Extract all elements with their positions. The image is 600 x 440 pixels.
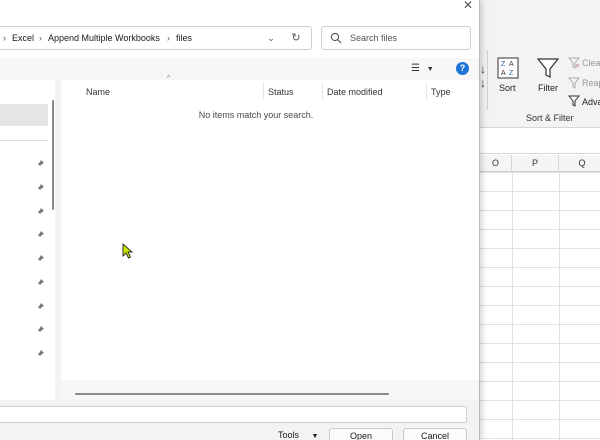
svg-text:A: A bbox=[501, 70, 506, 77]
excel-window: ↓↓ Z A A Z Sort Filter Clea Reap bbox=[480, 0, 600, 440]
horizontal-scrollbar[interactable] bbox=[75, 393, 389, 395]
sort-az-icon: Z A A Z bbox=[497, 57, 519, 79]
nav-scrollbar[interactable] bbox=[52, 100, 54, 210]
svg-text:Z: Z bbox=[509, 70, 514, 77]
svg-text:A: A bbox=[509, 61, 514, 68]
chevron-right-icon: › bbox=[39, 33, 42, 43]
pin-icon bbox=[36, 350, 44, 358]
filter-funnel-icon bbox=[536, 58, 560, 78]
sort-caret-icon: ^ bbox=[167, 75, 171, 82]
advanced-button[interactable]: Adva bbox=[582, 97, 600, 107]
clear-button[interactable]: Clea bbox=[582, 58, 600, 68]
pin-icon bbox=[36, 279, 44, 287]
sort-filter-group-label: Sort & Filter bbox=[526, 113, 574, 123]
sort-button[interactable]: Z A A Z bbox=[494, 57, 522, 81]
ribbon: ↓↓ Z A A Z Sort Filter Clea Reap bbox=[480, 0, 600, 128]
chevron-down-icon[interactable]: ⌄ bbox=[265, 27, 277, 49]
ribbon-separator bbox=[487, 50, 488, 110]
cancel-button[interactable]: Cancel bbox=[403, 428, 467, 440]
advanced-filter-icon bbox=[567, 95, 581, 109]
empty-results-message: No items match your search. bbox=[198, 110, 314, 120]
column-status[interactable]: Status bbox=[268, 83, 294, 101]
search-box[interactable] bbox=[321, 26, 471, 50]
formula-bar-area bbox=[480, 128, 600, 154]
open-file-dialog: ✕ › Excel › Append Multiple Workbooks › … bbox=[0, 0, 480, 440]
chevron-right-icon: › bbox=[3, 33, 6, 43]
tools-label: Tools bbox=[278, 430, 300, 440]
breadcrumb-append-multiple-workbooks[interactable]: Append Multiple Workbooks bbox=[48, 27, 160, 49]
pin-icon bbox=[36, 326, 44, 334]
filter-button[interactable] bbox=[535, 56, 561, 82]
file-list[interactable]: ^ Name Status Date modified Type No item… bbox=[61, 75, 479, 400]
close-icon[interactable]: ✕ bbox=[458, 0, 478, 12]
sort-label: Sort bbox=[499, 83, 516, 93]
clear-filter-icon bbox=[567, 57, 581, 71]
pin-icon bbox=[36, 231, 44, 239]
open-button[interactable]: Open bbox=[329, 428, 393, 440]
list-view-icon: ☰ bbox=[411, 63, 420, 74]
svg-text:Z: Z bbox=[501, 61, 506, 68]
breadcrumb-files[interactable]: files bbox=[176, 27, 192, 49]
column-headers: O P Q bbox=[480, 155, 600, 172]
column-type[interactable]: Type bbox=[431, 83, 451, 101]
dialog-footer: Tools ▼ Open Cancel bbox=[0, 400, 479, 440]
search-icon bbox=[330, 32, 342, 44]
sort-arrows-icon[interactable]: ↓ ↓ bbox=[480, 62, 486, 90]
column-header-o[interactable]: O bbox=[480, 155, 512, 172]
tools-button[interactable]: Tools ▼ bbox=[278, 428, 324, 440]
nav-divider bbox=[0, 140, 48, 141]
mouse-cursor-icon bbox=[122, 243, 134, 259]
column-divider[interactable] bbox=[426, 82, 427, 100]
chevron-right-icon: › bbox=[167, 33, 170, 43]
pin-icon bbox=[36, 303, 44, 311]
column-name[interactable]: Name bbox=[86, 83, 110, 101]
command-bar: ☰ ▼ ? bbox=[0, 58, 479, 80]
filter-label: Filter bbox=[538, 83, 558, 93]
file-name-field[interactable] bbox=[0, 406, 467, 423]
reapply-button[interactable]: Reap bbox=[582, 78, 600, 88]
column-date-modified[interactable]: Date modified bbox=[327, 83, 383, 101]
dropdown-arrow-icon: ▼ bbox=[426, 66, 434, 73]
dropdown-arrow-icon: ▼ bbox=[311, 433, 319, 440]
view-options-button[interactable]: ☰ ▼ bbox=[411, 61, 437, 77]
pin-icon bbox=[36, 184, 44, 192]
nav-item-selected[interactable] bbox=[0, 104, 48, 126]
column-divider[interactable] bbox=[322, 82, 323, 100]
breadcrumb-excel[interactable]: Excel bbox=[12, 27, 34, 49]
column-header-p[interactable]: P bbox=[512, 155, 559, 172]
navigation-pane bbox=[0, 80, 55, 400]
pin-icon bbox=[36, 208, 44, 216]
refresh-icon[interactable]: ↻ bbox=[288, 27, 304, 49]
help-icon[interactable]: ? bbox=[456, 62, 469, 75]
address-bar[interactable]: › Excel › Append Multiple Workbooks › fi… bbox=[0, 26, 312, 50]
column-divider[interactable] bbox=[263, 82, 264, 100]
pin-icon bbox=[36, 255, 44, 263]
horizontal-scrollbar-track bbox=[61, 380, 479, 400]
reapply-icon bbox=[567, 77, 581, 91]
search-input[interactable] bbox=[350, 30, 466, 46]
pin-icon bbox=[36, 160, 44, 168]
spreadsheet-grid[interactable] bbox=[480, 172, 600, 440]
column-header-q[interactable]: Q bbox=[559, 155, 600, 172]
